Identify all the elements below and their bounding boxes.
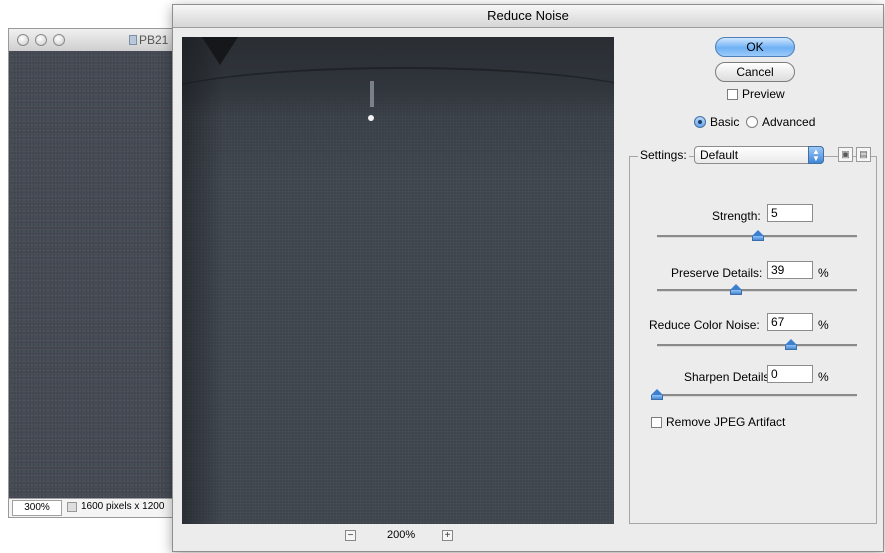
preserve-details-slider-track[interactable] (657, 289, 857, 292)
preview-zoom-bar: − 200% + (182, 527, 614, 547)
preserve-details-input[interactable]: 39 (767, 261, 813, 279)
settings-value: Default (700, 148, 739, 162)
settings-select[interactable]: Default ▲ ▼ (694, 146, 824, 164)
preview-seam (182, 67, 614, 139)
dialog-titlebar[interactable]: Reduce Noise (173, 5, 883, 28)
zoom-window-icon[interactable] (53, 34, 65, 46)
minimize-window-icon[interactable] (35, 34, 47, 46)
reduce-color-noise-input[interactable]: 67 (767, 313, 813, 331)
document-status-bar: 300% 1600 pixels x 1200 (9, 498, 177, 517)
advanced-radio[interactable] (746, 116, 758, 128)
preview-fold (182, 37, 224, 524)
remove-jpeg-checkbox[interactable] (651, 417, 662, 428)
preview-checkbox[interactable] (727, 89, 738, 100)
preserve-details-label: Preserve Details: (671, 266, 763, 280)
document-title: PB21 (139, 33, 169, 47)
close-window-icon[interactable] (17, 34, 29, 46)
advanced-label: Advanced (762, 115, 816, 129)
preview-thread (370, 81, 374, 107)
document-zoom-field[interactable]: 300% (12, 500, 62, 516)
select-arrows-icon: ▲ ▼ (808, 146, 824, 164)
preview-label: Preview (742, 87, 785, 101)
preview-zoom-level: 200% (387, 529, 416, 541)
basic-radio[interactable] (694, 116, 706, 128)
zoom-out-icon[interactable]: − (345, 530, 356, 541)
preview-corner (202, 37, 238, 65)
settings-label: Settings: (638, 148, 689, 162)
status-menu-icon[interactable] (67, 502, 77, 512)
document-titlebar[interactable]: PB21 (9, 29, 177, 52)
trash-icon[interactable]: ▤ (856, 147, 871, 162)
strength-label: Strength: (712, 209, 761, 223)
sharpen-details-slider-track[interactable] (657, 394, 857, 397)
reduce-color-noise-label: Reduce Color Noise: (649, 318, 760, 332)
sharpen-details-input[interactable]: 0 (767, 365, 813, 383)
background-document-window[interactable]: PB21 300% 1600 pixels x 1200 (8, 28, 178, 518)
sharpen-details-unit: % (818, 370, 829, 384)
strength-input[interactable]: 5 (767, 204, 813, 222)
sharpen-details-label: Sharpen Details: (684, 370, 773, 384)
save-settings-icon[interactable]: ▣ (838, 147, 853, 162)
dialog-title: Reduce Noise (487, 8, 569, 23)
reduce-color-noise-slider-track[interactable] (657, 344, 857, 347)
document-size-info: 1600 pixels x 1200 (81, 501, 165, 512)
reduce-noise-dialog: Reduce Noise − 200% + OK Cancel Preview … (172, 4, 884, 552)
document-proxy-icon (129, 35, 137, 45)
preview-highlight (368, 115, 374, 121)
cancel-button[interactable]: Cancel (715, 62, 795, 82)
remove-jpeg-label: Remove JPEG Artifact (666, 415, 786, 429)
basic-label: Basic (710, 115, 740, 129)
preserve-details-unit: % (818, 266, 829, 280)
preview-image[interactable] (182, 37, 614, 524)
document-canvas[interactable] (9, 51, 177, 499)
reduce-color-noise-unit: % (818, 318, 829, 332)
zoom-in-icon[interactable]: + (442, 530, 453, 541)
ok-button[interactable]: OK (715, 37, 795, 57)
